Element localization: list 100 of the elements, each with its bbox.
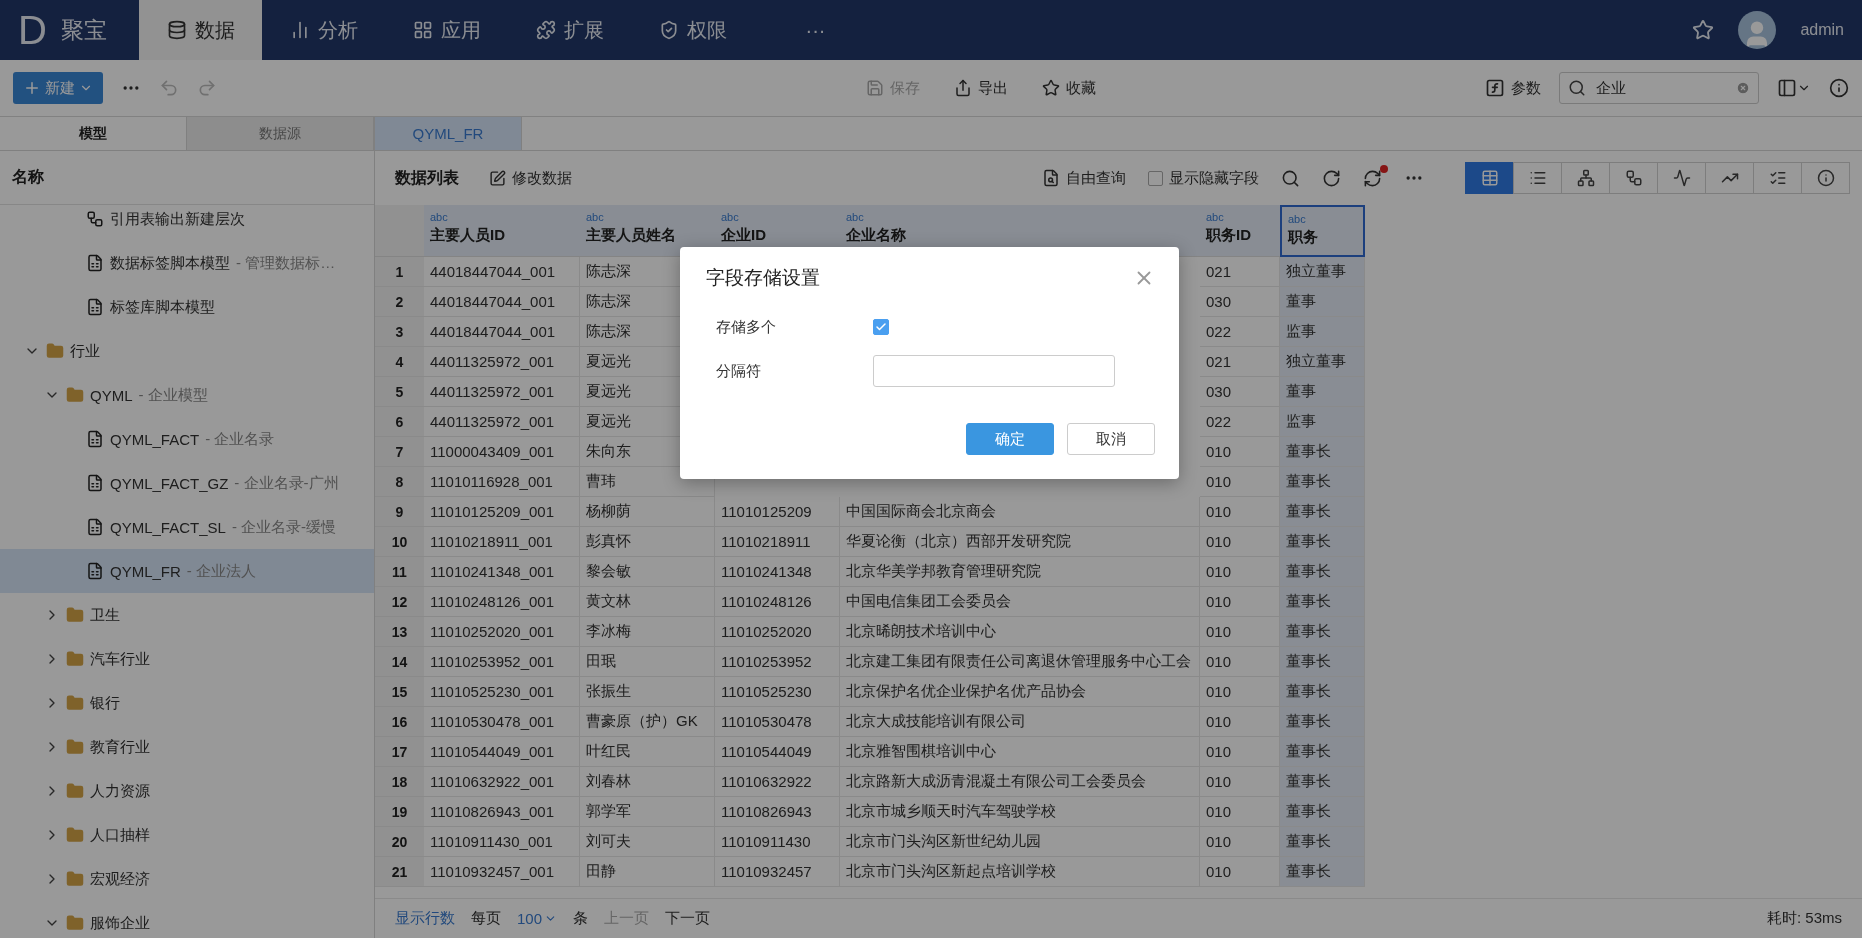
column-header[interactable]: abc 主要人员ID bbox=[424, 205, 580, 257]
info-view-button[interactable] bbox=[1801, 162, 1850, 194]
tree-item[interactable]: 引用表输出新建层次 bbox=[0, 205, 374, 241]
tree-item[interactable]: QYML_FACT_GZ - 企业名录-广州 bbox=[0, 461, 374, 505]
graph-view-button[interactable] bbox=[1561, 162, 1610, 194]
nav-tab[interactable]: 分析 bbox=[262, 0, 385, 60]
tree-item[interactable]: 汽车行业 bbox=[0, 637, 374, 681]
list-icon bbox=[1528, 169, 1547, 187]
table-cell: 11010218911 bbox=[715, 527, 840, 557]
search-icon bbox=[1568, 79, 1586, 97]
trend-view-button[interactable] bbox=[1705, 162, 1754, 194]
favorite-button[interactable]: 收藏 bbox=[1042, 78, 1096, 98]
info-icon[interactable] bbox=[1829, 78, 1849, 98]
tree-item[interactable]: 卫生 bbox=[0, 593, 374, 637]
table-cell: 刘春林 bbox=[580, 767, 715, 797]
table-cell: 董事长 bbox=[1280, 557, 1365, 587]
tree-item[interactable]: 标签库脚本模型 bbox=[0, 285, 374, 329]
tree-item[interactable]: 人口抽样 bbox=[0, 813, 374, 857]
unit-label: 条 bbox=[573, 909, 589, 928]
table-icon bbox=[1480, 169, 1499, 187]
column-label: 企业名称 bbox=[846, 226, 907, 245]
user-name[interactable]: admin bbox=[1800, 21, 1844, 39]
avatar[interactable] bbox=[1738, 11, 1777, 49]
export-button[interactable]: 导出 bbox=[954, 78, 1008, 98]
hierarchy-icon bbox=[86, 210, 104, 228]
tree-item[interactable]: QYML_FACT_SL - 企业名录-缓慢 bbox=[0, 505, 374, 549]
next-page-button[interactable]: 下一页 bbox=[665, 909, 711, 928]
item-name: QYML_FR bbox=[110, 562, 181, 580]
logo-letter: D bbox=[18, 7, 47, 53]
edit-data-button[interactable]: 修改数据 bbox=[489, 168, 572, 188]
row-number: 14 bbox=[375, 647, 424, 677]
list-view-button[interactable] bbox=[1513, 162, 1562, 194]
tree-item[interactable]: 数据标签脚本模型 - 管理数据标… bbox=[0, 241, 374, 285]
search-field[interactable]: 企业 bbox=[1559, 72, 1759, 104]
table-cell: 010 bbox=[1200, 737, 1280, 767]
tree-item[interactable]: 服饰企业 bbox=[0, 901, 374, 938]
item-description: - 企业模型 bbox=[138, 385, 208, 405]
layout-dropdown[interactable] bbox=[1777, 78, 1811, 98]
row-number: 15 bbox=[375, 677, 424, 707]
elapsed-time: 耗时: 53ms bbox=[1767, 909, 1842, 928]
input-field[interactable] bbox=[873, 355, 1115, 387]
type-tag: abc bbox=[586, 211, 709, 223]
folder-icon bbox=[66, 782, 84, 800]
search-icon[interactable] bbox=[1281, 168, 1300, 188]
tree-item[interactable]: 行业 bbox=[0, 329, 374, 373]
confirm-button[interactable]: 确定 bbox=[966, 423, 1054, 455]
puzzle-icon bbox=[535, 20, 556, 40]
item-name: 宏观经济 bbox=[90, 869, 150, 889]
nav-tab[interactable]: 权限 bbox=[631, 0, 754, 60]
row-number: 16 bbox=[375, 707, 424, 737]
type-tag: abc bbox=[1206, 211, 1274, 223]
table-cell: 华夏论衡（北京）西部开发研究院 bbox=[840, 527, 1200, 557]
table-cell: 11010241348 bbox=[715, 557, 840, 587]
show-hidden-checkbox[interactable]: 显示隐藏字段 bbox=[1148, 168, 1259, 188]
table-cell: 11010530478_001 bbox=[424, 707, 580, 737]
tree-item[interactable]: QYML - 企业模型 bbox=[0, 373, 374, 417]
nav-tab[interactable]: 扩展 bbox=[508, 0, 631, 60]
tree-item[interactable]: 教育行业 bbox=[0, 725, 374, 769]
tree-item[interactable]: QYML_FACT - 企业名录 bbox=[0, 417, 374, 461]
row-number: 20 bbox=[375, 827, 424, 857]
free-query-button[interactable]: 自由查询 bbox=[1042, 168, 1126, 188]
tree-item[interactable]: 银行 bbox=[0, 681, 374, 725]
check-view-button[interactable] bbox=[1753, 162, 1802, 194]
item-name: 行业 bbox=[70, 341, 100, 361]
table-cell: 021 bbox=[1200, 257, 1280, 287]
cancel-button[interactable]: 取消 bbox=[1067, 423, 1155, 455]
new-button[interactable]: 新建 bbox=[13, 72, 103, 104]
rows-link[interactable]: 显示行数 bbox=[395, 909, 455, 928]
table-cell: 44011325972_001 bbox=[424, 377, 580, 407]
more-tab[interactable]: ··· bbox=[754, 0, 877, 60]
column-header[interactable]: abc 职务 bbox=[1280, 205, 1365, 257]
table-cell: 44011325972_001 bbox=[424, 347, 580, 377]
table-cell: 独立董事 bbox=[1280, 257, 1365, 287]
tree-item[interactable]: 人力资源 bbox=[0, 769, 374, 813]
tree-item[interactable]: QYML_FR - 企业法人 bbox=[0, 549, 374, 593]
table-cell: 北京华美学邦教育管理研究院 bbox=[840, 557, 1200, 587]
nav-tab[interactable]: 数据 bbox=[139, 0, 262, 60]
item-name: 人口抽样 bbox=[90, 825, 150, 845]
params-button[interactable]: 参数 bbox=[1485, 78, 1541, 98]
star-icon[interactable] bbox=[1692, 19, 1715, 41]
row-number: 2 bbox=[375, 287, 424, 317]
pulse-view-button[interactable] bbox=[1657, 162, 1706, 194]
column-label: 企业ID bbox=[721, 226, 767, 245]
column-header[interactable]: abc 职务ID bbox=[1200, 205, 1280, 257]
folder-icon bbox=[66, 606, 84, 624]
nav-tab[interactable]: 应用 bbox=[385, 0, 508, 60]
row-number: 10 bbox=[375, 527, 424, 557]
table-cell: 11010125209 bbox=[715, 497, 840, 527]
checkbox[interactable] bbox=[873, 319, 889, 335]
sync-icon[interactable] bbox=[1363, 168, 1382, 188]
table-cell: 董事长 bbox=[1280, 497, 1365, 527]
pen-icon bbox=[489, 169, 506, 187]
tree-item[interactable]: 宏观经济 bbox=[0, 857, 374, 901]
page-size-dropdown[interactable]: 100 bbox=[517, 910, 558, 927]
tree-view-button[interactable] bbox=[1609, 162, 1658, 194]
table-cell: 中国国际商会北京商会 bbox=[840, 497, 1200, 527]
column-label: 职务 bbox=[1288, 228, 1319, 247]
reload-icon[interactable] bbox=[1322, 168, 1341, 188]
table-view-button[interactable] bbox=[1465, 162, 1514, 194]
column-header[interactable]: abc 主要人员姓名 bbox=[580, 205, 715, 257]
